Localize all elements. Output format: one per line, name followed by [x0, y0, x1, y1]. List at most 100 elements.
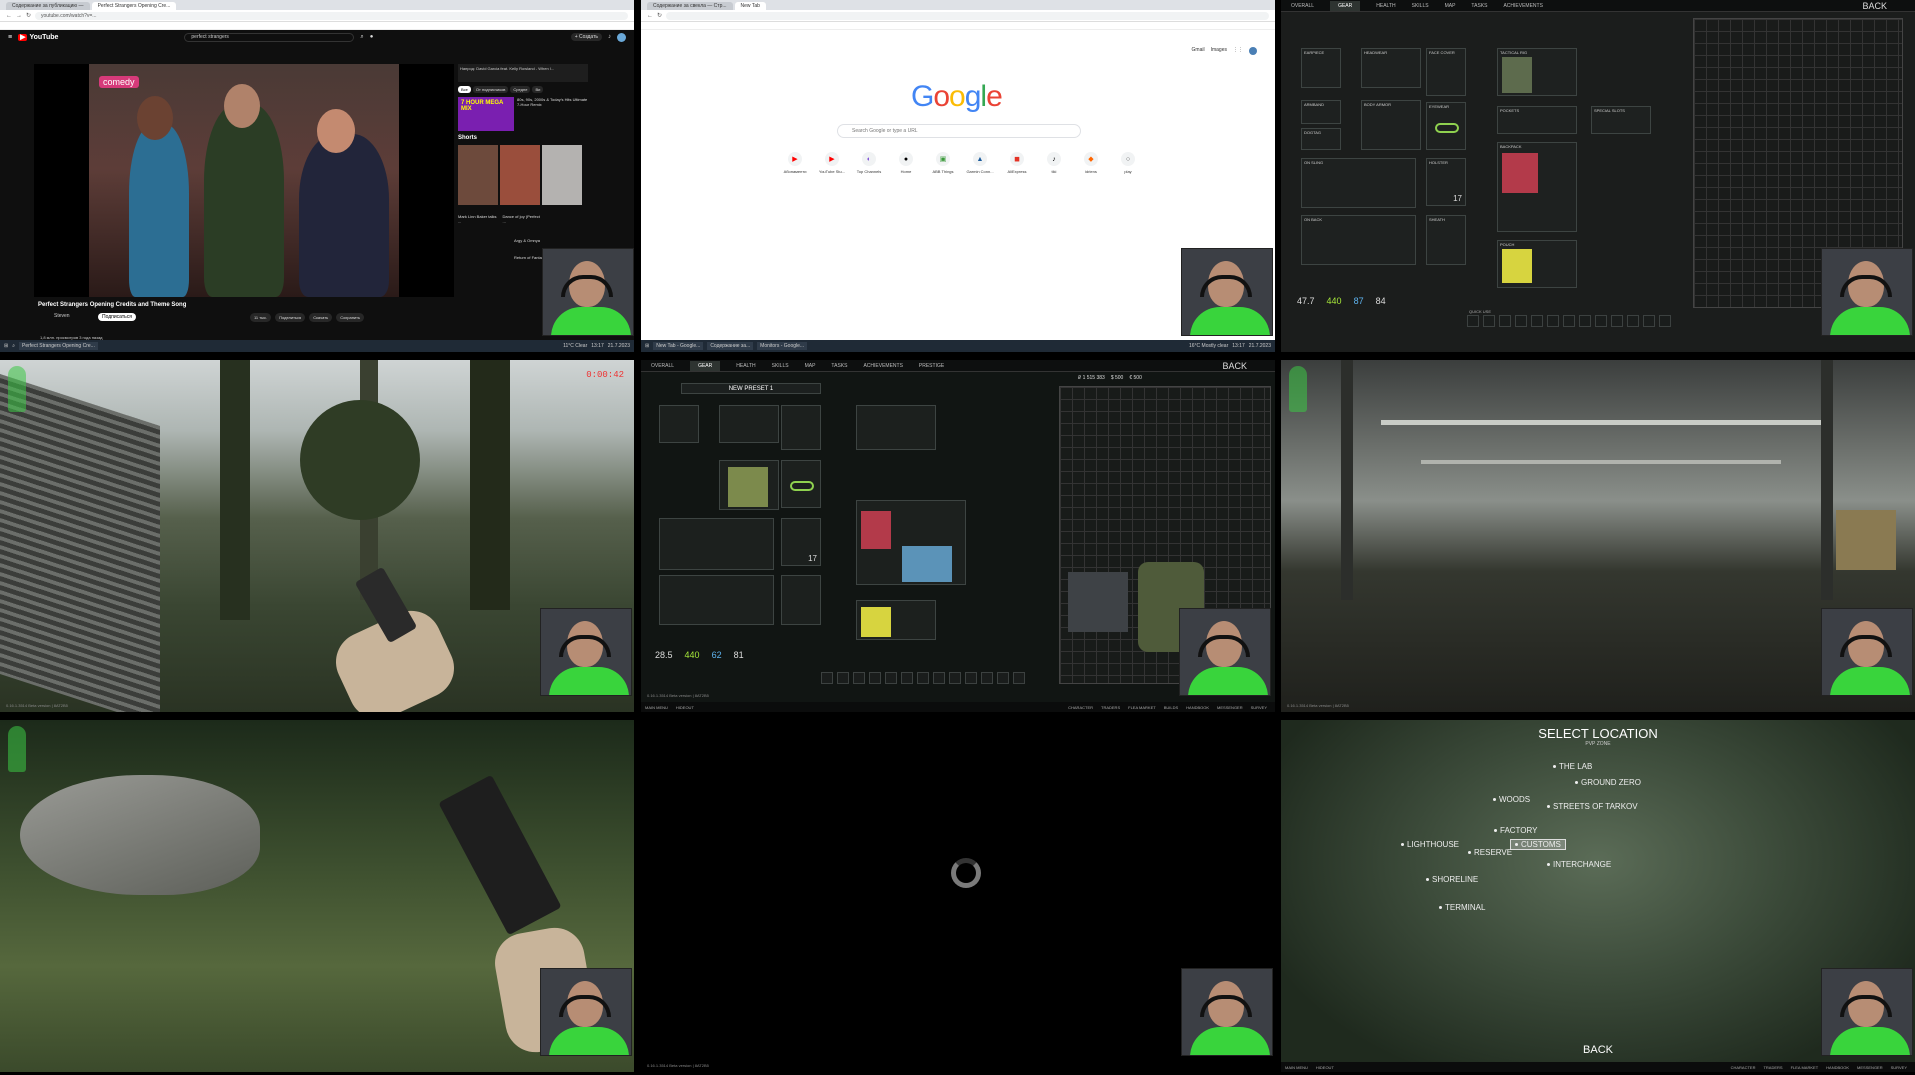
shortcut[interactable]: ◆ idriens	[1077, 152, 1105, 174]
slot-special[interactable]: SPECIAL SLOTS	[1591, 106, 1651, 134]
channel-name[interactable]: Steven	[54, 313, 70, 319]
location-the-lab[interactable]: THE LAB	[1553, 762, 1592, 771]
nav-achievements[interactable]: ACHIEVEMENTS	[1503, 3, 1542, 9]
quick-slot[interactable]	[1483, 315, 1495, 327]
slot-face-cover[interactable]: FACE COVER	[1426, 48, 1466, 96]
slot-sheath[interactable]: SHEATH	[1426, 215, 1466, 265]
taskbar-window[interactable]: Perfect Strangers Opening Cre...	[19, 342, 98, 350]
slot-headwear[interactable]	[719, 405, 779, 443]
taskbar-window[interactable]: Содержание за...	[707, 342, 754, 350]
nav-achievements[interactable]: ACHIEVEMENTS	[863, 363, 902, 369]
main-menu-button[interactable]: MAIN MENU	[645, 705, 668, 710]
short-thumbnail[interactable]	[458, 145, 498, 205]
location-lighthouse[interactable]: LIGHTHOUSE	[1401, 840, 1459, 849]
slot-on-sling[interactable]	[659, 518, 774, 570]
slot-tactical-rig[interactable]: TACTICAL RIG	[1497, 48, 1577, 96]
save-button[interactable]: Сохранить	[336, 313, 365, 322]
recommended-video[interactable]: 7 HOUR MEGA MIX 80s, 90s, 2000s & Today'…	[458, 97, 588, 131]
slot-on-sling[interactable]: ON SLING	[1301, 158, 1416, 208]
quick-slot[interactable]	[853, 672, 865, 684]
chip[interactable]: От подписчиков	[472, 86, 509, 93]
short-thumbnail[interactable]	[542, 145, 582, 205]
download-button[interactable]: Скачать	[309, 313, 333, 322]
subscribe-button[interactable]: Подписаться	[98, 313, 136, 321]
chip[interactable]: Средне	[510, 86, 531, 93]
slot-eyewear[interactable]: EYEWEAR	[1426, 102, 1466, 150]
slot-holster[interactable]: 17	[781, 518, 821, 566]
messenger-button[interactable]: MESSENGER	[1857, 1065, 1883, 1070]
nav-tasks[interactable]: TASKS	[1471, 3, 1487, 9]
promo-card[interactable]: Напрод: David Garcia feat. Kelly Rowland…	[458, 64, 588, 82]
quick-slot[interactable]	[1611, 315, 1623, 327]
survey-button[interactable]: SURVEY	[1891, 1065, 1907, 1070]
slot-holster[interactable]: HOLSTER 17	[1426, 158, 1466, 206]
back-icon[interactable]: ←	[6, 13, 12, 19]
slot-body-armor[interactable]	[719, 460, 779, 510]
location-interchange[interactable]: INTERCHANGE	[1547, 860, 1611, 869]
quick-slot[interactable]	[1515, 315, 1527, 327]
chip[interactable]: Ви	[532, 86, 544, 93]
location-terminal[interactable]: TERMINAL	[1439, 903, 1485, 912]
images-link[interactable]: Images	[1211, 47, 1227, 55]
search-icon[interactable]: ⌕	[360, 34, 363, 41]
builds-button[interactable]: BUILDS	[1164, 705, 1178, 710]
shortcut[interactable]: ◐ Top Channels	[855, 152, 883, 174]
short-thumbnail[interactable]	[500, 145, 540, 205]
messenger-button[interactable]: MESSENGER	[1217, 705, 1243, 710]
browser-tab[interactable]: Perfect Strangers Opening Cre...	[91, 2, 177, 10]
windows-icon[interactable]: ⊞	[645, 343, 649, 349]
nav-map[interactable]: MAP	[1445, 3, 1456, 9]
location-ground-zero[interactable]: GROUND ZERO	[1575, 778, 1641, 787]
nav-map[interactable]: MAP	[805, 363, 816, 369]
quick-slot[interactable]	[981, 672, 993, 684]
slot-pouch[interactable]	[856, 600, 936, 640]
slot-dogtag[interactable]: DOGTAG	[1301, 128, 1341, 150]
traders-button[interactable]: TRADERS	[1763, 1065, 1782, 1070]
reload-icon[interactable]: ↻	[26, 12, 31, 19]
menu-icon[interactable]: ≡	[8, 34, 12, 41]
character-button[interactable]: CHARACTER	[1731, 1065, 1756, 1070]
slot-face-cover[interactable]	[781, 405, 821, 450]
gmail-link[interactable]: Gmail	[1192, 47, 1205, 55]
handbook-button[interactable]: HANDBOOK	[1186, 705, 1209, 710]
quick-slot[interactable]	[901, 672, 913, 684]
like-button[interactable]: 11 тыс.	[250, 313, 272, 322]
shortcut[interactable]: ▣ ABB Things	[929, 152, 957, 174]
survey-button[interactable]: SURVEY	[1251, 705, 1267, 710]
nav-gear[interactable]: GEAR	[690, 360, 721, 371]
browser-tab[interactable]: New Tab	[734, 2, 766, 10]
nav-skills[interactable]: SKILLS	[1412, 3, 1429, 9]
search-icon[interactable]: ⌕	[12, 343, 15, 349]
url-field[interactable]: youtube.com/watch?v=...	[35, 11, 628, 20]
quick-slot[interactable]	[1013, 672, 1025, 684]
slot-backpack[interactable]	[856, 500, 966, 585]
location-factory[interactable]: FACTORY	[1494, 826, 1538, 835]
hideout-button[interactable]: HIDEOUT	[676, 705, 694, 710]
quick-slot[interactable]	[1499, 315, 1511, 327]
search-input[interactable]: perfect strangers	[184, 32, 355, 42]
taskbar-window[interactable]: Monitors - Google...	[757, 342, 808, 350]
browser-tab[interactable]: Содержание за публикацию —	[6, 2, 90, 10]
location-reserve[interactable]: RESERVE	[1468, 848, 1512, 857]
quick-slot[interactable]	[1643, 315, 1655, 327]
main-menu-button[interactable]: MAIN MENU	[1285, 1065, 1308, 1070]
quick-slot[interactable]	[1627, 315, 1639, 327]
quick-slot[interactable]	[1467, 315, 1479, 327]
shortcut[interactable]: ♪ tiki	[1040, 152, 1068, 174]
hideout-button[interactable]: HIDEOUT	[1316, 1065, 1334, 1070]
shortcut[interactable]: ○ play	[1114, 152, 1142, 174]
mic-icon[interactable]: ●	[370, 34, 374, 40]
back-button[interactable]: BACK	[1222, 361, 1247, 371]
slot-body-armor[interactable]: BODY ARMOR	[1361, 100, 1421, 150]
location-customs[interactable]: CUSTOMS	[1510, 839, 1566, 850]
nav-health[interactable]: HEALTH	[1376, 3, 1395, 9]
back-icon[interactable]: ←	[647, 13, 653, 19]
nav-overall[interactable]: OVERALL	[651, 363, 674, 369]
nav-overall[interactable]: OVERALL	[1291, 3, 1314, 9]
search-input[interactable]: Search Google or type a URL	[837, 124, 1081, 138]
character-button[interactable]: CHARACTER	[1068, 705, 1093, 710]
avatar[interactable]	[1249, 47, 1257, 55]
quick-slot[interactable]	[949, 672, 961, 684]
quick-slot[interactable]	[821, 672, 833, 684]
slot-eyewear[interactable]	[781, 460, 821, 508]
